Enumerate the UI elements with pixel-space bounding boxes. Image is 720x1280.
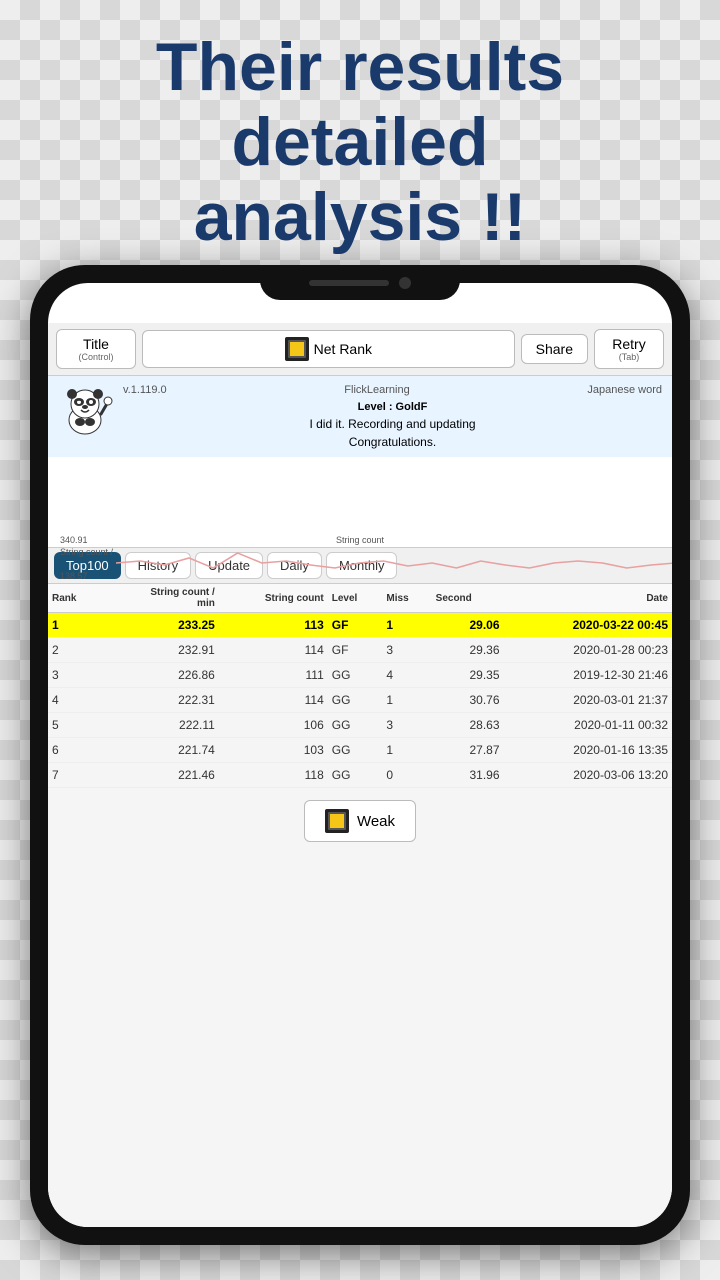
toolbar: Title (Control) Net Rank Share Retry (Ta…: [48, 323, 672, 376]
notch-camera: [399, 277, 411, 289]
title-button[interactable]: Title (Control): [56, 329, 136, 369]
headline-line3: analysis !!: [194, 179, 527, 255]
table-row: 2232.91114GF329.362020-01-28 00:23: [48, 638, 672, 663]
retry-button[interactable]: Retry (Tab): [594, 329, 664, 369]
chart-y-top: 340.91: [60, 535, 88, 545]
retry-label: Retry: [612, 336, 645, 352]
info-text-block: v.1.119.0 FlickLearning Japanese word Le…: [123, 382, 662, 451]
table-row: 7221.46118GG031.962020-03-06 13:20: [48, 763, 672, 788]
title-sub-label: (Control): [67, 352, 125, 362]
table-row: 5222.11106GG328.632020-01-11 00:32: [48, 713, 672, 738]
table-row: 1233.25113GF129.062020-03-22 00:45: [48, 613, 672, 638]
share-label: Share: [536, 341, 573, 357]
info-bar: v.1.119.0 FlickLearning Japanese word Le…: [48, 376, 672, 457]
title-label: Title: [83, 336, 109, 352]
table-row: 6221.74103GG127.872020-01-16 13:35: [48, 738, 672, 763]
net-rank-button[interactable]: Net Rank: [142, 330, 515, 368]
phone-notch: [260, 265, 460, 300]
phone-frame: Title (Control) Net Rank Share Retry (Ta…: [30, 265, 690, 1245]
version-text: v.1.119.0: [123, 382, 167, 399]
share-button[interactable]: Share: [521, 334, 588, 364]
notch-bar: [309, 280, 389, 286]
headline: Their results detailed analysis !!: [0, 30, 720, 254]
message-text: I did it. Recording and updating: [123, 415, 662, 433]
net-rank-label: Net Rank: [314, 341, 372, 357]
weak-film-icon: [325, 809, 349, 833]
chart-y-bottom: 138.57: [60, 571, 88, 581]
table-body: 1233.25113GF129.062020-03-22 00:452232.9…: [48, 613, 672, 788]
weak-button[interactable]: Weak: [304, 800, 416, 842]
chart-svg: [116, 533, 672, 603]
chart-y-axis-label: String count /: [60, 547, 113, 557]
table-row: 3226.86111GG429.352019-12-30 21:46: [48, 663, 672, 688]
panda-avatar: [58, 382, 113, 437]
app-name-text: FlickLearning: [344, 382, 409, 399]
phone-screen: Title (Control) Net Rank Share Retry (Ta…: [48, 283, 672, 1227]
table-container: Rank String count /min String count Leve…: [48, 584, 672, 788]
retry-sub-label: (Tab): [605, 352, 653, 362]
table-row: 4222.31114GG130.762020-03-01 21:37: [48, 688, 672, 713]
headline-line1: Their results: [156, 29, 564, 105]
app-content: Title (Control) Net Rank Share Retry (Ta…: [48, 323, 672, 1227]
headline-line2: detailed: [232, 104, 489, 180]
rankings-table: Rank String count /min String count Leve…: [48, 584, 672, 788]
weak-section: Weak: [48, 788, 672, 854]
weak-button-label: Weak: [357, 813, 395, 830]
chart-area: 340.91 String count / 138.57 String coun…: [48, 457, 672, 547]
level-text: Level : GoldF: [123, 399, 662, 416]
message2-text: Congratulations.: [123, 433, 662, 451]
language-text: Japanese word: [587, 382, 662, 399]
film-icon: [285, 337, 309, 361]
